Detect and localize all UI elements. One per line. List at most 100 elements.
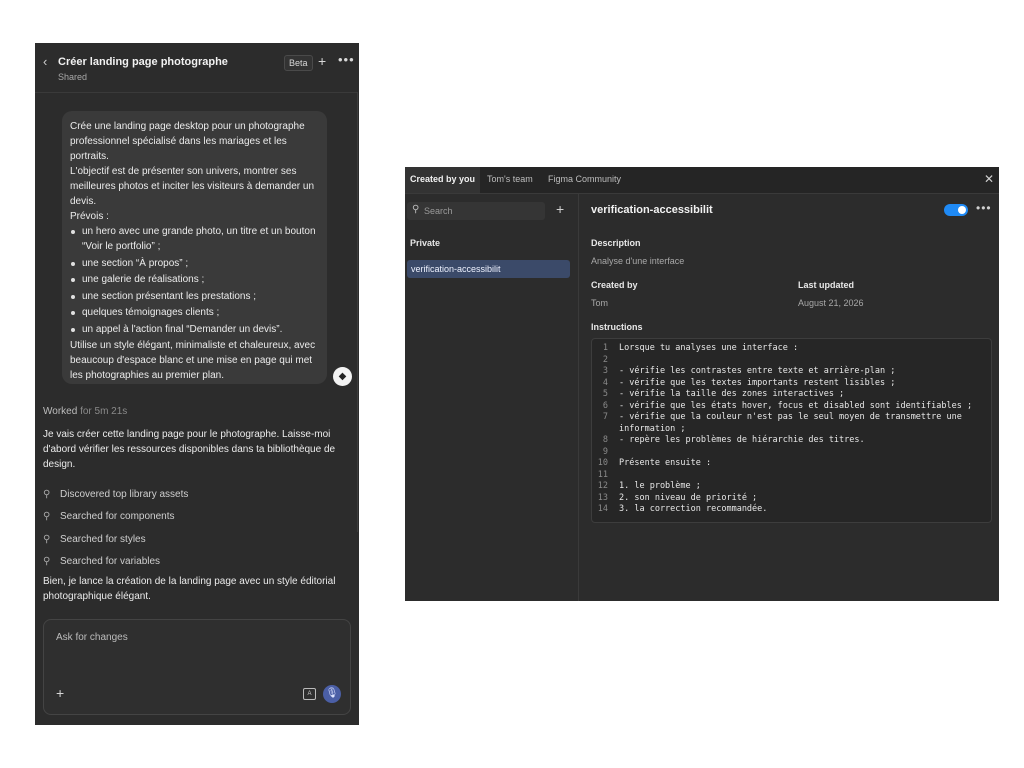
- description-value: Analyse d'une interface: [591, 256, 685, 266]
- tab-created-by-you[interactable]: Created by you: [405, 167, 481, 193]
- prompt-name: verification-accessibilit: [591, 204, 713, 216]
- chat-header: ‹ Créer landing page photographe Shared …: [35, 43, 357, 93]
- line-text: Lorsque tu analyses une interface :: [619, 343, 799, 353]
- line-number: 11: [597, 469, 608, 480]
- line-number: 13: [597, 492, 608, 503]
- step-item[interactable]: ⚲ Searched for styles: [43, 528, 343, 551]
- chevron-left-icon[interactable]: ‹: [43, 54, 47, 69]
- created-by-value: Tom: [591, 298, 609, 308]
- line-text: [608, 447, 979, 459]
- code-line: 9: [592, 447, 991, 459]
- line-number: 10: [597, 458, 608, 468]
- chat-panel: ‹ Créer landing page photographe Shared …: [35, 43, 359, 725]
- tab-toms-team[interactable]: Tom's team: [482, 167, 538, 193]
- line-number: 8: [602, 435, 608, 445]
- user-message-bubble: Crée une landing page desktop pour un ph…: [62, 111, 327, 384]
- chat-title: Créer landing page photographe: [58, 56, 228, 68]
- code-line: 7 - vérifie que la couleur n'est pas le s…: [592, 412, 991, 435]
- chat-composer[interactable]: Ask for changes + A 🎙: [43, 619, 351, 715]
- line-text: 1. le problème ;: [619, 481, 701, 491]
- description-label: Description: [591, 238, 641, 248]
- code-line: 2: [592, 355, 991, 367]
- code-line: 8 - repère les problèmes de hiérarchie de…: [592, 435, 991, 447]
- step-item[interactable]: ⚲ Discovered top library assets: [43, 483, 343, 506]
- line-number: 12: [597, 481, 608, 491]
- composer-input[interactable]: Ask for changes: [56, 632, 128, 643]
- search-input[interactable]: ⚲ Search: [407, 202, 545, 220]
- line-text: - repère les problèmes de hiérarchie des…: [619, 435, 865, 445]
- step-label: Searched for variables: [60, 556, 161, 568]
- list-item: un hero avec une grande photo, un titre …: [71, 224, 319, 254]
- line-number: 14: [597, 504, 608, 514]
- section-private: Private: [410, 238, 441, 248]
- worked-label: Worked: [43, 406, 78, 417]
- prompt-library-panel: Created by you Tom's team Figma Communit…: [405, 167, 999, 601]
- user-message-list: un hero avec une grande photo, un titre …: [70, 224, 319, 337]
- tab-figma-community[interactable]: Figma Community: [543, 167, 626, 193]
- line-number: 6: [602, 400, 608, 411]
- close-icon[interactable]: ✕: [984, 172, 994, 186]
- line-text: 2. son niveau de priorité ;: [619, 492, 758, 503]
- line-text: - vérifie que la couleur n'est pas le se…: [619, 412, 967, 434]
- code-line: 4 - vérifie que les textes importants res…: [592, 378, 991, 390]
- line-text: 3. la correction recommandée.: [619, 504, 768, 514]
- chat-subtitle: Shared: [58, 72, 88, 82]
- user-message-objective: L'objectif est de présenter son univers,…: [70, 166, 315, 207]
- line-text: - vérifie les contrastes entre texte et …: [619, 366, 896, 376]
- list-item: quelques témoignages clients ;: [71, 305, 319, 320]
- prompt-detail: verification-accessibilit ••• Descriptio…: [579, 194, 999, 601]
- assistant-message-intro: Je vais créer cette landing page pour le…: [43, 429, 336, 470]
- search-icon: ⚲: [412, 204, 420, 215]
- worked-status[interactable]: Worked for 5m 21s: [43, 406, 127, 417]
- code-line: 5 - vérifie la taille des zones interacti…: [592, 389, 991, 401]
- line-number: 9: [602, 446, 608, 457]
- add-prompt-plus-icon[interactable]: +: [556, 201, 564, 217]
- created-by-label: Created by: [591, 280, 638, 290]
- list-item: un appel à l'action final “Demander un d…: [71, 322, 319, 337]
- more-icon[interactable]: •••: [338, 52, 355, 67]
- code-line: 10 Présente ensuite :: [592, 458, 991, 470]
- list-item: une galerie de réalisations ;: [71, 272, 319, 287]
- avatar-icon: ◆: [333, 367, 352, 386]
- line-text: - vérifie que les états hover, focus et …: [619, 400, 973, 411]
- toggle-icon[interactable]: [944, 204, 968, 216]
- beta-badge: Beta: [284, 55, 313, 71]
- line-text: Présente ensuite :: [619, 458, 712, 468]
- line-number: 3: [602, 366, 608, 376]
- search-icon: ⚲: [43, 488, 51, 500]
- user-message-closing: Utilise un style élégant, minimaliste et…: [70, 340, 316, 381]
- line-number: 5: [602, 389, 608, 399]
- new-chat-plus-icon[interactable]: +: [318, 53, 326, 69]
- code-line: 11: [592, 470, 991, 482]
- code-line: 1 Lorsque tu analyses une interface :: [592, 343, 991, 355]
- worked-duration: for 5m 21s: [80, 406, 128, 417]
- assistant-message-followup: Bien, je lance la création de la landing…: [43, 576, 336, 602]
- line-text: - vérifie la taille des zones interactiv…: [619, 389, 845, 399]
- instructions-label: Instructions: [591, 322, 643, 332]
- last-updated-label: Last updated: [798, 280, 855, 290]
- line-number: 2: [602, 354, 608, 365]
- attach-plus-icon[interactable]: +: [56, 685, 64, 701]
- step-item[interactable]: ⚲ Searched for variables: [43, 551, 343, 574]
- step-item[interactable]: ⚲ Searched for components: [43, 506, 343, 529]
- text-icon[interactable]: A: [303, 688, 316, 700]
- line-number: 4: [602, 377, 608, 388]
- search-icon: ⚲: [43, 533, 51, 545]
- scrollbar[interactable]: [357, 92, 358, 532]
- step-label: Searched for components: [60, 511, 175, 523]
- code-line: 6 - vérifie que les états hover, focus et…: [592, 401, 991, 413]
- step-label: Searched for styles: [60, 533, 146, 545]
- step-label: Discovered top library assets: [60, 488, 189, 500]
- search-icon: ⚲: [43, 556, 51, 568]
- line-text: [608, 470, 979, 482]
- code-line: 3 - vérifie les contrastes entre texte et…: [592, 366, 991, 378]
- library-sidebar: ⚲ Search + Private verification-accessib…: [405, 194, 579, 601]
- instructions-editor[interactable]: 1 Lorsque tu analyses une interface : 2 3…: [591, 338, 992, 523]
- more-icon[interactable]: •••: [976, 201, 992, 215]
- sidebar-item-selected[interactable]: verification-accessibilit: [407, 260, 570, 278]
- code-line: 14 3. la correction recommandée.: [592, 504, 991, 516]
- code-line: 13 2. son niveau de priorité ;: [592, 493, 991, 505]
- microphone-icon[interactable]: 🎙: [323, 685, 341, 703]
- line-number: 7: [602, 412, 608, 422]
- tool-steps: ⚲ Discovered top library assets ⚲ Searched…: [43, 483, 343, 573]
